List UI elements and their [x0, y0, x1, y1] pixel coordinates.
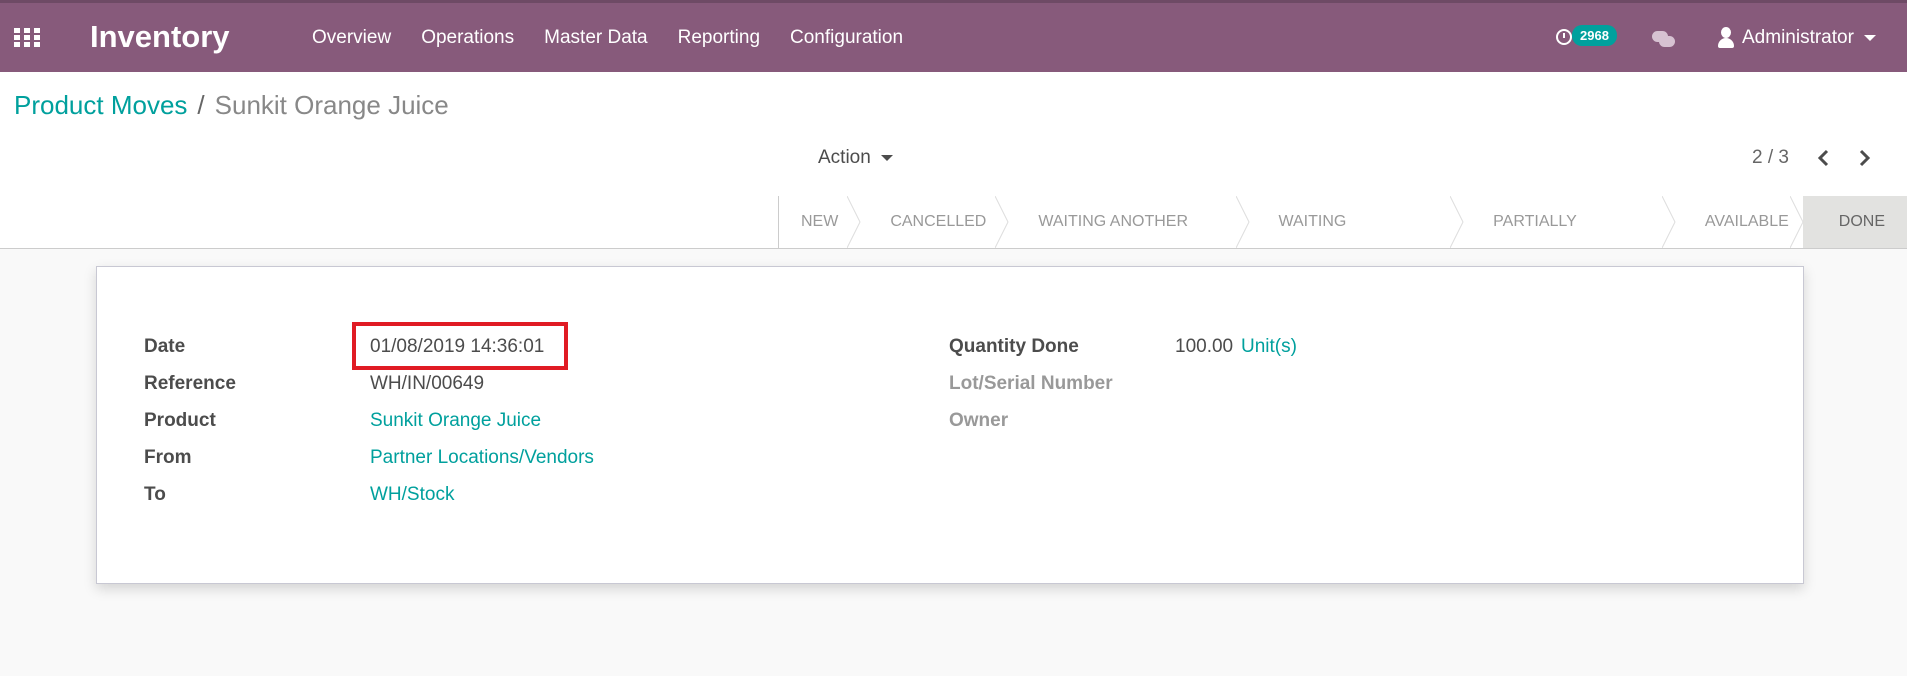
apps-menu-icon[interactable] — [14, 28, 40, 48]
pager-next-button[interactable] — [1854, 148, 1874, 168]
menu-overview[interactable]: Overview — [312, 27, 391, 49]
from-location-link[interactable]: Partner Locations/Vendors — [370, 447, 594, 469]
from-label: From — [144, 447, 192, 468]
control-panel: Product Moves / Sunkit Orange Juice Action… — [0, 72, 1907, 197]
to-location-link[interactable]: WH/Stock — [370, 484, 454, 506]
menu-operations[interactable]: Operations — [421, 27, 514, 49]
user-icon — [1718, 27, 1734, 49]
stage-cancelled[interactable]: CANCELLED — [860, 196, 1009, 248]
menu-reporting[interactable]: Reporting — [678, 27, 760, 49]
product-link[interactable]: Sunkit Orange Juice — [370, 410, 541, 432]
quantity-done-label: Quantity Done — [949, 336, 1079, 357]
chevron-down-icon — [1863, 35, 1876, 41]
user-name: Administrator — [1742, 27, 1854, 48]
stage-waiting-another-move[interactable]: WAITING ANOTHER MOVE — [1008, 196, 1250, 282]
quantity-done-value: 100.00 — [1175, 336, 1234, 357]
breadcrumb-product-moves[interactable]: Product Moves — [14, 90, 187, 120]
stage-done-current: DONE — [1802, 196, 1907, 248]
breadcrumb-current: Sunkit Orange Juice — [214, 90, 449, 120]
top-navbar: Inventory Overview Operations Master Dat… — [0, 0, 1907, 72]
unit-link[interactable]: Unit(s) — [1241, 336, 1297, 358]
stage-available[interactable]: AVAILABLE — [1675, 196, 1804, 248]
menu-master-data[interactable]: Master Data — [544, 27, 647, 49]
pager-value: 2 / 3 — [1752, 147, 1789, 168]
action-dropdown-button[interactable]: Action — [818, 147, 893, 169]
date-highlight-box — [352, 322, 568, 370]
chevron-left-icon — [1817, 149, 1829, 167]
activity-button[interactable]: 2968 — [1556, 25, 1626, 54]
owner-label: Owner — [949, 410, 1009, 431]
reference-label: Reference — [144, 373, 236, 394]
chat-icon[interactable] — [1652, 31, 1676, 49]
activity-count-badge: 2968 — [1572, 25, 1617, 46]
action-label: Action — [818, 147, 871, 168]
pager-previous-button[interactable] — [1814, 148, 1834, 168]
stage-new[interactable]: NEW — [778, 196, 861, 248]
reference-value: WH/IN/00649 — [370, 373, 485, 394]
status-bar: NEW CANCELLED WAITING ANOTHER MOVE WAITI… — [0, 196, 1907, 282]
chevron-down-icon — [880, 154, 893, 161]
user-menu[interactable]: Administrator — [1718, 27, 1876, 49]
status-stages: NEW CANCELLED WAITING ANOTHER MOVE WAITI… — [778, 196, 1907, 282]
clock-icon — [1556, 29, 1572, 45]
menu-configuration[interactable]: Configuration — [790, 27, 903, 49]
lot-serial-label: Lot/Serial Number — [949, 373, 1113, 394]
stage-partially-available[interactable]: PARTIALLY AVAILABLE — [1463, 196, 1676, 282]
main-menu: Overview Operations Master Data Reportin… — [312, 27, 933, 49]
stage-waiting-availability[interactable]: WAITING AVAILABILITY — [1249, 196, 1464, 282]
app-name[interactable]: Inventory — [90, 19, 230, 55]
chevron-right-icon — [1859, 149, 1871, 167]
to-label: To — [144, 484, 166, 505]
product-label: Product — [144, 410, 216, 431]
breadcrumb: Product Moves / Sunkit Orange Juice — [14, 90, 449, 121]
date-label: Date — [144, 336, 186, 357]
breadcrumb-separator: / — [197, 90, 205, 120]
